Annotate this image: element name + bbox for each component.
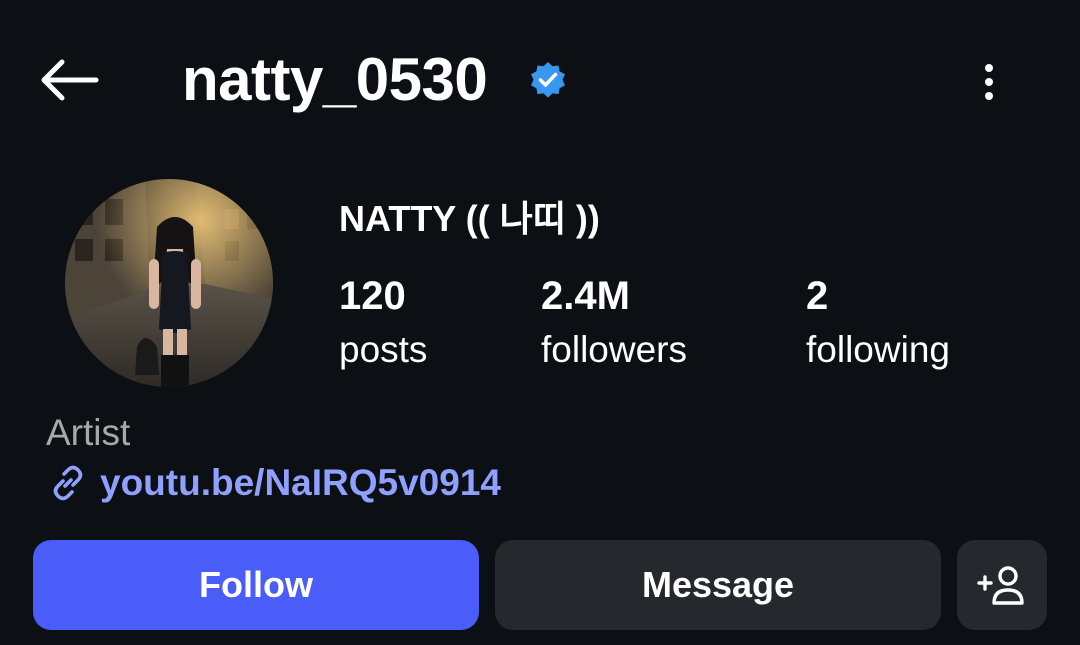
- following-label: following: [806, 329, 950, 370]
- verified-badge-icon: [531, 62, 565, 98]
- link-icon: [53, 465, 83, 501]
- more-vertical-icon: [985, 64, 993, 72]
- followers-count[interactable]: 2.4M followers: [541, 272, 687, 374]
- bio-link[interactable]: youtu.be/NaIRQ5v0914: [46, 460, 501, 506]
- followers-label: followers: [541, 329, 687, 370]
- follow-button[interactable]: Follow: [33, 540, 479, 630]
- more-vertical-icon-dot: [985, 92, 993, 100]
- suggested-users-button[interactable]: [957, 540, 1047, 630]
- add-user-icon: [977, 566, 1024, 605]
- back-button[interactable]: [30, 48, 106, 112]
- following-count[interactable]: 2 following: [806, 272, 950, 374]
- page-title: natty_0530: [182, 46, 488, 113]
- more-options-button[interactable]: [966, 52, 1012, 112]
- arrow-left-icon: [41, 59, 99, 101]
- followers-value: 2.4M: [541, 274, 630, 318]
- more-vertical-icon-dot: [985, 78, 993, 86]
- following-value: 2: [806, 274, 829, 318]
- avatar[interactable]: [65, 179, 273, 387]
- bio-link-text: youtu.be/NaIRQ5v0914: [100, 462, 501, 503]
- posts-count[interactable]: 120 posts: [339, 272, 427, 374]
- profile-photo: [65, 179, 273, 387]
- profile-category: Artist: [46, 412, 131, 453]
- posts-label: posts: [339, 329, 428, 370]
- posts-value: 120: [339, 274, 406, 318]
- message-button[interactable]: Message: [495, 540, 941, 630]
- display-name: NATTY (( 나띠 )): [339, 198, 600, 239]
